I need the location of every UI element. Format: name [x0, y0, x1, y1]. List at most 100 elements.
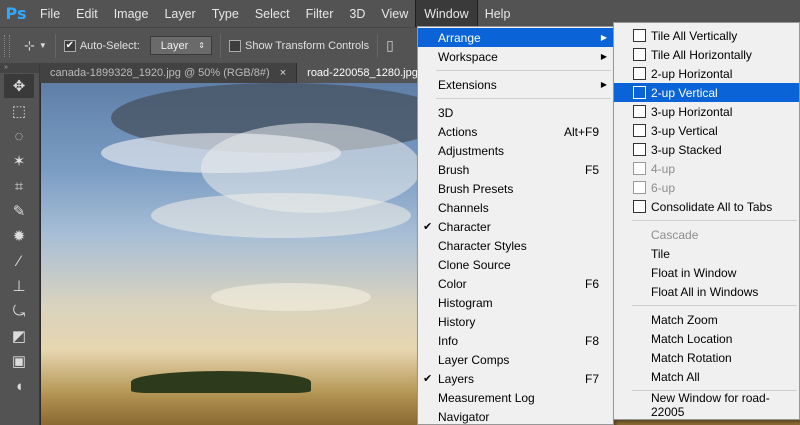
two-up-vertical-icon — [633, 86, 646, 99]
menu-help[interactable]: Help — [477, 0, 519, 27]
three-up-vertical-icon — [633, 124, 646, 137]
window-menu-item-history[interactable]: History — [418, 312, 613, 331]
menu-item-label: Tile All Horizontally — [651, 47, 752, 62]
menu-window[interactable]: Window — [415, 0, 478, 28]
auto-select-target-dropdown[interactable]: Layer ⇕ — [149, 36, 212, 55]
healing-brush-tool-icon[interactable]: ✹ — [4, 224, 34, 248]
menu-file[interactable]: File — [32, 0, 68, 27]
checkmark-icon: ✔ — [423, 221, 433, 233]
checkmark-icon: ✔ — [63, 39, 76, 52]
blur-tool-icon[interactable]: ◖ — [4, 374, 34, 398]
menu-filter[interactable]: Filter — [298, 0, 342, 27]
arrange-menu-item-match-zoom[interactable]: Match Zoom — [614, 310, 799, 329]
window-menu-item-layer-comps[interactable]: Layer Comps — [418, 350, 613, 369]
align-top-icon[interactable]: ▯ — [386, 37, 394, 54]
arrange-menu-item-tile-all-vertically[interactable]: Tile All Vertically — [614, 26, 799, 45]
arrange-menu-item-tile-all-horizontally[interactable]: Tile All Horizontally — [614, 45, 799, 64]
menu-image[interactable]: Image — [106, 0, 157, 27]
window-menu-item-channels[interactable]: Channels — [418, 198, 613, 217]
checkmark-icon: ✔ — [423, 373, 433, 385]
cloud — [211, 283, 371, 311]
arrange-menu-item-match-location[interactable]: Match Location — [614, 329, 799, 348]
crop-tool-icon[interactable]: ⌗ — [4, 174, 34, 198]
move-tool-icon[interactable]: ✥ — [4, 74, 34, 98]
menu-item-label: 3-up Vertical — [651, 123, 718, 138]
arrange-menu-item-cascade: Cascade — [614, 225, 799, 244]
window-menu-item-clone-source[interactable]: Clone Source — [418, 255, 613, 274]
document-tab[interactable]: canada-1899328_1920.jpg @ 50% (RGB/8#) × — [40, 63, 298, 83]
window-menu-item-workspace[interactable]: Workspace ▶ — [418, 47, 613, 66]
arrange-menu-item-tile[interactable]: Tile — [614, 244, 799, 263]
window-menu-item-brush-presets[interactable]: Brush Presets — [418, 179, 613, 198]
window-menu-item-measurement-log[interactable]: Measurement Log — [418, 388, 613, 407]
magic-wand-tool-icon[interactable]: ✶ — [4, 149, 34, 173]
shortcut-label: F7 — [584, 371, 599, 386]
menu-item-label: Consolidate All to Tabs — [651, 199, 773, 214]
window-menu-item-histogram[interactable]: Histogram — [418, 293, 613, 312]
menu-item-label: 6-up — [651, 180, 676, 195]
menu-edit[interactable]: Edit — [68, 0, 106, 27]
eyedropper-tool-icon[interactable]: ✎ — [4, 199, 34, 223]
marquee-tool-icon[interactable]: ⬚ — [4, 99, 34, 123]
arrange-menu-item-new-window-for-road-22005[interactable]: New Window for road-22005 — [614, 391, 799, 419]
menu-type[interactable]: Type — [204, 0, 247, 27]
two-up-horizontal-icon — [633, 67, 646, 80]
document-tab-active[interactable]: road-220058_1280.jpg — [297, 63, 429, 83]
window-menu-item-character[interactable]: ✔ Character — [418, 217, 613, 236]
arrange-menu-item-float-in-window[interactable]: Float in Window — [614, 263, 799, 282]
window-menu-item-info[interactable]: Info F8 — [418, 331, 613, 350]
consolidate-tabs-icon — [633, 200, 646, 213]
panel-collapse-icon[interactable]: » — [0, 63, 39, 73]
window-menu-item-layers[interactable]: ✔ Layers F7 — [418, 369, 613, 388]
show-transform-controls-checkbox[interactable]: Show Transform Controls — [228, 39, 369, 52]
eraser-tool-icon[interactable]: ◩ — [4, 324, 34, 348]
clone-stamp-tool-icon[interactable]: ⊥ — [4, 274, 34, 298]
photoshop-logo: Ps — [5, 4, 27, 23]
arrange-menu-item-match-all[interactable]: Match All — [614, 367, 799, 386]
gradient-tool-icon[interactable]: ▣ — [4, 349, 34, 373]
window-menu-item-color[interactable]: Color F6 — [418, 274, 613, 293]
window-menu-item-arrange[interactable]: Arrange ▶ — [418, 28, 613, 47]
history-brush-tool-icon[interactable]: ⤿ — [4, 299, 34, 323]
shortcut-label: F6 — [584, 276, 599, 291]
auto-select-target-value: Layer — [160, 39, 189, 52]
menu-item-label: Float in Window — [651, 265, 737, 280]
tool-preset-picker[interactable]: ⊹ ▼ — [24, 38, 47, 54]
window-menu-item-extensions[interactable]: Extensions ▶ — [418, 75, 613, 94]
window-menu-item-3d[interactable]: 3D — [418, 103, 613, 122]
arrange-menu-item-3-up-vertical[interactable]: 3-up Vertical — [614, 121, 799, 140]
tree-line — [131, 371, 311, 393]
close-icon[interactable]: × — [280, 67, 286, 79]
arrange-menu-item-float-all-in-windows[interactable]: Float All in Windows — [614, 282, 799, 301]
arrange-menu-item-2-up-vertical[interactable]: 2-up Vertical — [614, 83, 799, 102]
arrange-menu-item-consolidate-all-to-tabs[interactable]: Consolidate All to Tabs — [614, 197, 799, 216]
arrange-submenu: Tile All Vertically Tile All Horizontally… — [613, 22, 800, 420]
window-menu-item-navigator[interactable]: Navigator — [418, 407, 613, 425]
window-menu-item-actions[interactable]: Actions Alt+F9 — [418, 122, 613, 141]
window-menu-item-brush[interactable]: Brush F5 — [418, 160, 613, 179]
arrange-menu-item-match-rotation[interactable]: Match Rotation — [614, 348, 799, 367]
arrange-menu-item-3-up-stacked[interactable]: 3-up Stacked — [614, 140, 799, 159]
window-menu-item-adjustments[interactable]: Adjustments — [418, 141, 613, 160]
menu-item-label: Match Zoom — [651, 312, 718, 327]
brush-tool-icon[interactable]: ∕ — [4, 249, 34, 273]
lasso-tool-icon[interactable]: ◌ — [4, 124, 34, 148]
menu-item-label: Cascade — [651, 227, 699, 242]
menu-item-label: Histogram — [438, 295, 493, 310]
menu-item-label: Clone Source — [438, 257, 511, 272]
menu-3d[interactable]: 3D — [341, 0, 373, 27]
menu-item-label: Info — [438, 333, 459, 348]
shortcut-label: F5 — [584, 162, 599, 177]
menu-select[interactable]: Select — [247, 0, 298, 27]
auto-select-checkbox[interactable]: ✔ Auto-Select: — [63, 39, 140, 52]
move-tool-icon: ⊹ — [24, 37, 35, 53]
tools-panel: » ✥ ⬚ ◌ ✶ ⌗ ✎ ✹ ∕ ⊥ ⤿ ◩ ▣ ◖ — [0, 63, 40, 425]
arrange-menu-item-3-up-horizontal[interactable]: 3-up Horizontal — [614, 102, 799, 121]
options-bar-grip[interactable] — [4, 34, 10, 57]
menu-layer[interactable]: Layer — [156, 0, 203, 27]
menu-view[interactable]: View — [373, 0, 416, 27]
menu-item-label: Character — [438, 219, 491, 234]
window-menu: Arrange ▶ Workspace ▶ Extensions ▶ 3D Actions Al… — [417, 26, 614, 425]
window-menu-item-character-styles[interactable]: Character Styles — [418, 236, 613, 255]
arrange-menu-item-2-up-horizontal[interactable]: 2-up Horizontal — [614, 64, 799, 83]
